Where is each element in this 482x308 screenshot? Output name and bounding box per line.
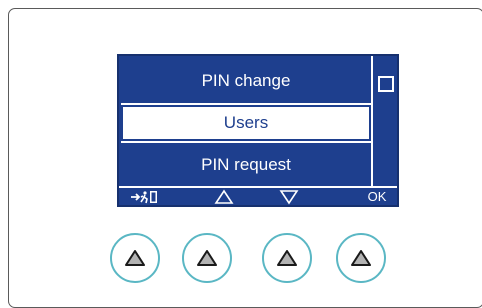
menu-item-label: Users: [223, 113, 269, 132]
triangle-up-icon: [197, 250, 217, 266]
softkey-ok-label: OK: [367, 189, 387, 204]
softkey-ok: OK: [364, 188, 390, 205]
softkey-bar: OK: [119, 186, 397, 205]
triangle-down-outline-icon: [279, 189, 299, 204]
menu-item-pin-request[interactable]: PIN request: [121, 141, 371, 186]
hardware-button-2[interactable]: [182, 233, 232, 283]
menu-item-users[interactable]: Users: [123, 107, 369, 139]
menu-item-label: PIN change: [201, 70, 291, 90]
menu-item-label: PIN request: [201, 154, 291, 174]
softkey-down: [274, 188, 304, 205]
lcd-display: PIN change Users PIN request OK: [117, 54, 399, 207]
scrollbar-track: [371, 56, 373, 186]
scrollbar-thumb: [378, 76, 394, 92]
exit-door-icon: [131, 190, 157, 203]
device-panel: PIN change Users PIN request OK: [8, 8, 482, 308]
triangle-up-icon: [351, 250, 371, 266]
softkey-exit: [125, 188, 165, 205]
menu-item-pin-change[interactable]: PIN change: [121, 58, 371, 105]
hardware-button-1[interactable]: [110, 233, 160, 283]
triangle-up-icon: [125, 250, 145, 266]
hardware-button-3[interactable]: [262, 233, 312, 283]
hardware-button-4[interactable]: [336, 233, 386, 283]
triangle-up-icon: [277, 250, 297, 266]
softkey-up: [209, 188, 239, 205]
triangle-up-outline-icon: [214, 189, 234, 204]
